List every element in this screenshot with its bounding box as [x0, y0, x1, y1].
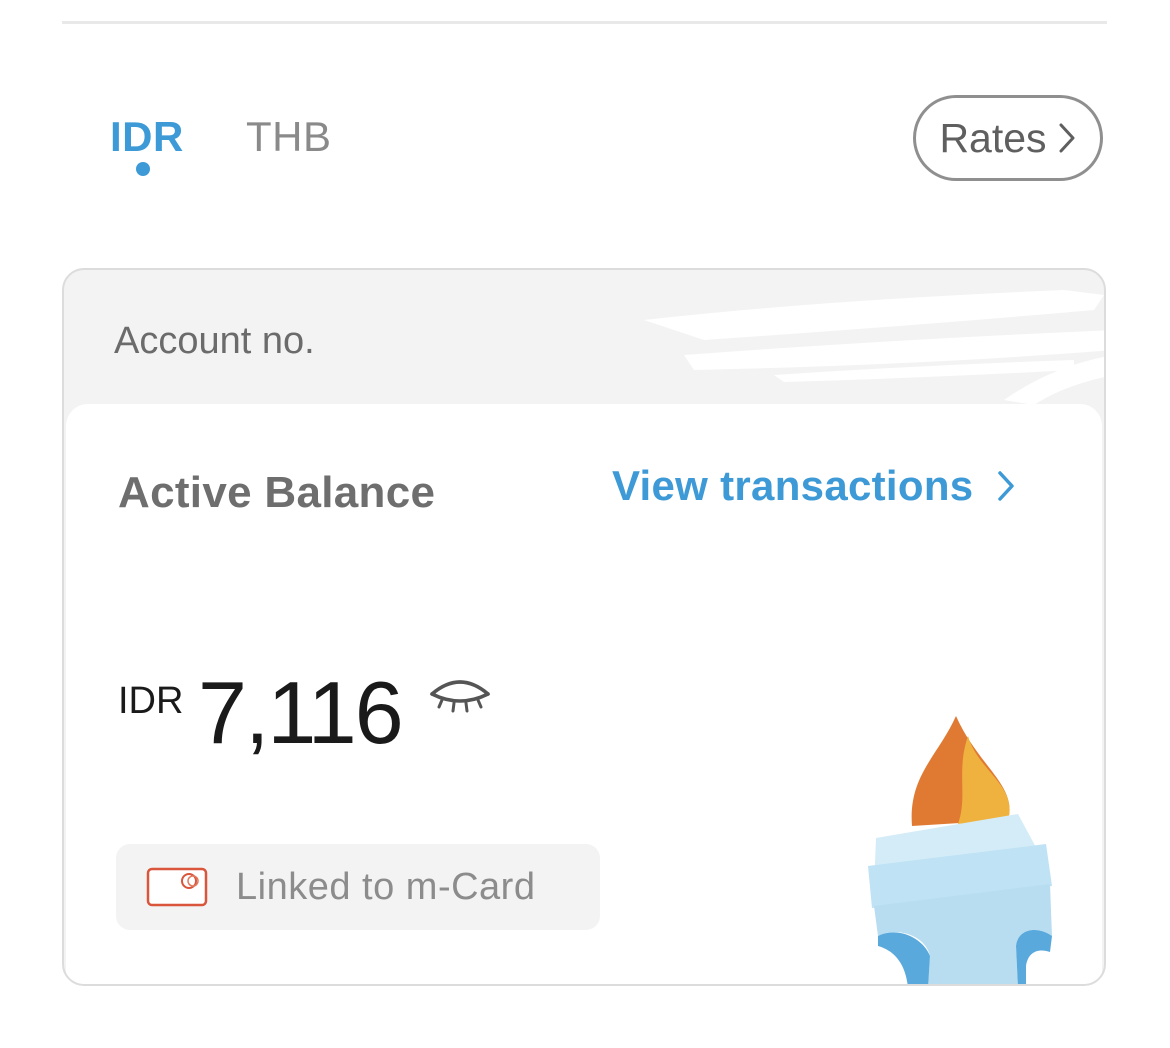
- balance-panel: Active Balance View transactions IDR 7,1…: [66, 404, 1102, 984]
- top-divider: [62, 21, 1107, 24]
- account-number-label: Account no.: [114, 320, 315, 362]
- card-icon: [146, 867, 208, 907]
- account-card: Account no. Active Balance View transact…: [62, 268, 1106, 986]
- linked-mcard-label: Linked to m-Card: [236, 865, 536, 908]
- view-transactions-label: View transactions: [612, 462, 974, 509]
- tab-thb[interactable]: THB: [246, 112, 332, 162]
- redaction-scribble: [644, 290, 1104, 405]
- view-transactions-link[interactable]: View transactions: [612, 462, 1015, 510]
- rates-button[interactable]: Rates: [913, 95, 1103, 181]
- chevron-right-icon: [998, 471, 1015, 501]
- active-balance-title: Active Balance: [118, 468, 436, 517]
- tab-idr[interactable]: IDR: [110, 112, 184, 162]
- chevron-right-icon: [1059, 123, 1075, 153]
- torch-illustration: [868, 716, 1052, 984]
- balance-amount: 7,116: [198, 663, 404, 762]
- linked-mcard-badge[interactable]: Linked to m-Card: [116, 844, 600, 930]
- rates-button-label: Rates: [939, 114, 1047, 161]
- account-screen: IDR THB Rates Account no. Active Balance…: [0, 0, 1170, 1048]
- eye-closed-icon[interactable]: [428, 674, 492, 714]
- active-tab-indicator: [136, 162, 150, 176]
- balance-currency: IDR: [118, 680, 184, 722]
